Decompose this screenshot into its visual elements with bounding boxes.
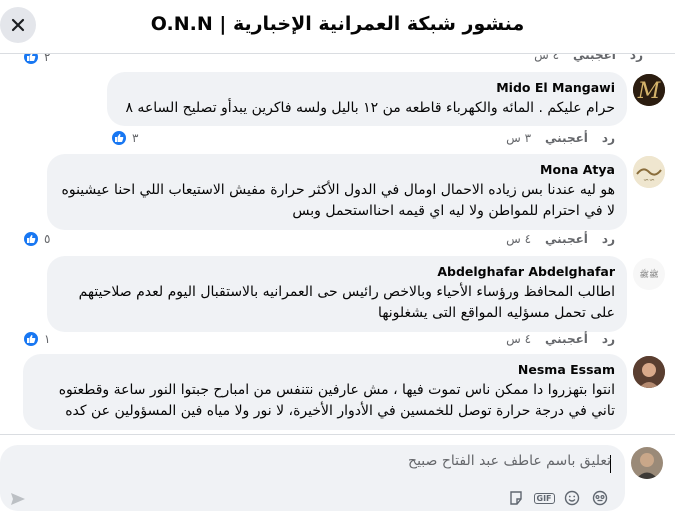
sticker-icon[interactable] xyxy=(507,489,525,507)
reply-button[interactable]: رد xyxy=(602,332,615,346)
like-button[interactable]: أعجبني xyxy=(573,54,616,62)
comment-author[interactable]: Mido El Mangawi xyxy=(119,80,615,95)
comment-actions: ٣ س أعجبني رد xyxy=(506,131,615,145)
comment-input[interactable]: تعليق باسم عاطف عبد الفتاح صبيح xyxy=(408,453,611,469)
reply-button[interactable]: رد xyxy=(602,232,615,246)
reaction-count: ٣ xyxy=(132,131,139,145)
comment-text: انتوا بتهزروا دا ممكن ناس تموت فيها ، مش… xyxy=(58,382,615,419)
comment-author[interactable]: Nesma Essam xyxy=(35,362,615,377)
like-reaction-icon xyxy=(110,129,128,147)
dialog-header: منشور شبكة العمرانية الإخبارية | O.N.N xyxy=(0,0,675,54)
like-reaction-icon xyxy=(22,330,40,348)
reaction-summary[interactable]: ١ xyxy=(22,330,50,348)
comment-actions: ٤ س أعجبني رد xyxy=(506,232,615,246)
reply-button[interactable]: رد xyxy=(602,131,615,145)
reaction-summary[interactable]: ٥ xyxy=(22,230,50,248)
comment-author[interactable]: Abdelghafar Abdelghafar xyxy=(59,264,615,279)
like-button[interactable]: أعجبني xyxy=(545,131,588,145)
avatar[interactable]: ∽∽ xyxy=(633,156,665,188)
avatar[interactable] xyxy=(631,447,663,479)
reaction-summary[interactable]: ٣ xyxy=(110,129,138,147)
svg-text:M: M xyxy=(637,79,661,104)
comment-input-box[interactable]: تعليق باسم عاطف عبد الفتاح صبيح GIF xyxy=(0,445,625,511)
comment-actions: ٤ س أعجبني رد xyxy=(506,332,615,346)
close-icon xyxy=(11,18,25,32)
like-reaction-icon xyxy=(22,54,40,66)
comments-list[interactable]: ٢ ٤ س أعجبني رد M Mido El Mangawi حرام ع… xyxy=(0,54,675,434)
send-icon[interactable] xyxy=(10,491,26,511)
reaction-count: ١ xyxy=(44,332,51,346)
gif-icon[interactable]: GIF xyxy=(533,489,555,507)
like-button[interactable]: أعجبني xyxy=(545,232,588,246)
comment-time[interactable]: ٤ س xyxy=(506,232,531,246)
comment-time[interactable]: ٣ س xyxy=(506,131,531,145)
svg-text:∽∽: ∽∽ xyxy=(643,176,655,184)
comment-bubble: Nesma Essam انتوا بتهزروا دا ممكن ناس تم… xyxy=(23,354,627,430)
reaction-count: ٢ xyxy=(44,54,51,64)
comment-time[interactable]: ٤ س xyxy=(534,54,559,62)
like-button[interactable]: أعجبني xyxy=(545,332,588,346)
svg-text:ﷺﷺ: ﷺﷺ xyxy=(639,268,659,279)
emoji-icon[interactable] xyxy=(563,489,581,507)
reaction-summary[interactable]: ٢ xyxy=(22,54,50,66)
close-button[interactable] xyxy=(0,7,36,43)
gif-label: GIF xyxy=(533,492,555,504)
comment-author[interactable]: Mona Atya xyxy=(59,162,615,177)
comment-bubble: Mido El Mangawi حرام عليكم . المائه والك… xyxy=(107,72,627,126)
comment-bubble: Abdelghafar Abdelghafar اطالب المحافظ ور… xyxy=(47,256,627,332)
reaction-count: ٥ xyxy=(44,232,51,246)
comment-text: حرام عليكم . المائه والكهرباء قاطعه من ١… xyxy=(125,100,615,116)
comment-actions: ٤ س أعجبني رد xyxy=(534,54,643,62)
reply-button[interactable]: رد xyxy=(630,54,643,62)
comment-bubble: Mona Atya هو ليه عندنا بس زياده الاحمال … xyxy=(47,154,627,230)
avatar[interactable]: M xyxy=(633,74,665,106)
avatar[interactable] xyxy=(633,356,665,388)
avatar[interactable]: ﷺﷺ xyxy=(633,258,665,290)
comment-text: اطالب المحافظ ورؤساء الأحياء وبالاخص رائ… xyxy=(78,284,615,321)
comment-text: هو ليه عندنا بس زياده الاحمال اومال في ا… xyxy=(61,182,615,219)
like-reaction-icon xyxy=(22,230,40,248)
comment-composer: تعليق باسم عاطف عبد الفتاح صبيح GIF xyxy=(0,434,675,513)
comment-time[interactable]: ٤ س xyxy=(506,332,531,346)
camera-icon[interactable] xyxy=(591,489,609,507)
post-title: منشور شبكة العمرانية الإخبارية | O.N.N xyxy=(150,13,525,35)
